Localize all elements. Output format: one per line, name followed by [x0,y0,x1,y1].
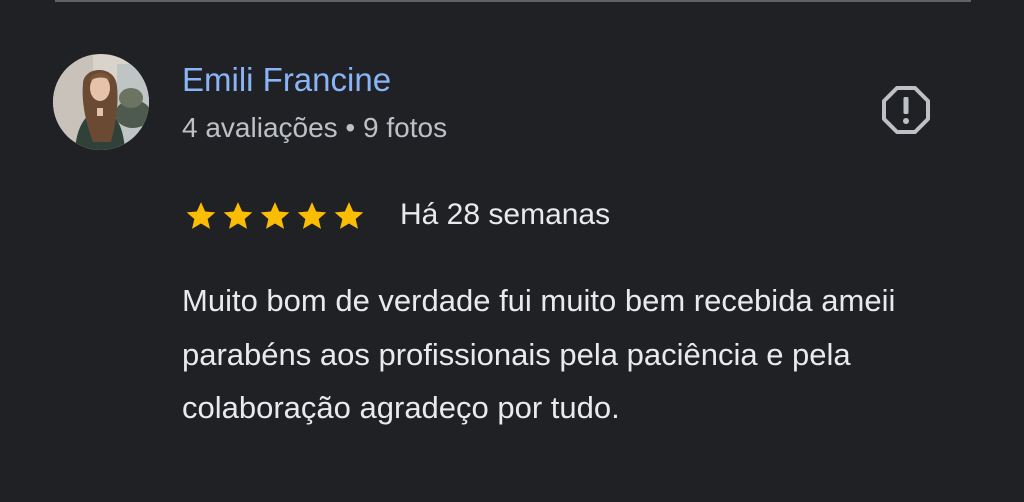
star-icon [221,199,255,233]
avatar[interactable] [53,54,149,150]
star-rating [184,199,366,233]
star-icon [332,199,366,233]
report-octagon-icon [882,86,930,134]
star-icon [258,199,292,233]
author-name[interactable]: Emili Francine [182,60,391,100]
review-date: Há 28 semanas [400,198,611,231]
top-divider [55,0,971,2]
review-text: Muito bom de verdade fui muito bem receb… [182,283,896,425]
star-icon [184,199,218,233]
author-meta: 4 avaliações • 9 fotos [182,112,448,143]
star-icon [295,199,329,233]
report-button[interactable] [880,84,932,136]
